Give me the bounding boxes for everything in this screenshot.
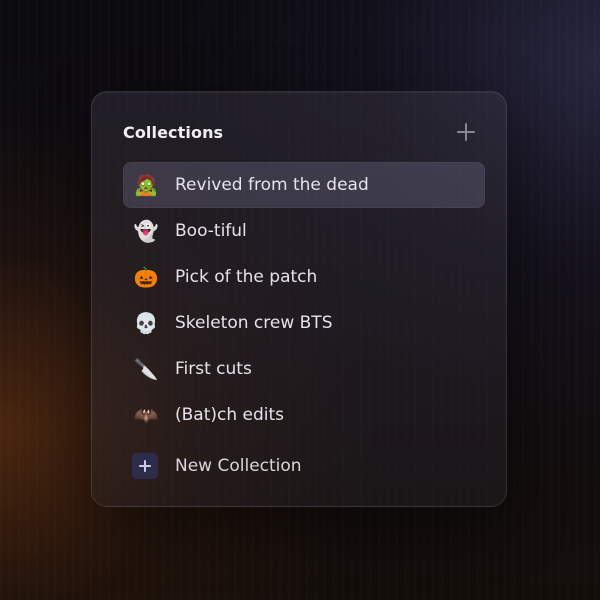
collection-item-boo-tiful[interactable]: 👻 Boo-tiful xyxy=(123,208,485,254)
collections-panel: Collections 🧟 Revived from the dead 👻 Bo… xyxy=(91,91,507,507)
collection-item-batch-edits[interactable]: 🦇 (Bat)ch edits xyxy=(123,392,485,438)
plus-icon xyxy=(132,453,158,479)
skull-icon: 💀 xyxy=(133,311,159,335)
collection-label: (Bat)ch edits xyxy=(175,405,285,425)
collection-label: Revived from the dead xyxy=(175,175,369,195)
new-collection-button[interactable]: New Collection xyxy=(123,451,302,481)
collection-list: 🧟 Revived from the dead 👻 Boo-tiful 🎃 Pi… xyxy=(123,162,485,438)
collection-item-revived-from-the-dead[interactable]: 🧟 Revived from the dead xyxy=(123,162,485,208)
bat-icon: 🦇 xyxy=(133,403,159,427)
zombie-icon: 🧟 xyxy=(133,173,159,197)
collection-label: Skeleton crew BTS xyxy=(175,313,333,333)
ghost-icon: 👻 xyxy=(133,219,159,243)
collection-item-skeleton-crew-bts[interactable]: 💀 Skeleton crew BTS xyxy=(123,300,485,346)
add-collection-plus-icon[interactable] xyxy=(456,122,476,142)
panel-title: Collections xyxy=(123,123,224,142)
pumpkin-icon: 🎃 xyxy=(133,265,159,289)
collection-item-pick-of-the-patch[interactable]: 🎃 Pick of the patch xyxy=(123,254,485,300)
collection-label: First cuts xyxy=(175,359,252,379)
knife-icon: 🔪 xyxy=(133,357,159,381)
new-collection-label: New Collection xyxy=(175,456,302,476)
collection-label: Pick of the patch xyxy=(175,267,318,287)
collection-label: Boo-tiful xyxy=(175,221,247,241)
collection-item-first-cuts[interactable]: 🔪 First cuts xyxy=(123,346,485,392)
panel-header: Collections xyxy=(123,122,476,146)
